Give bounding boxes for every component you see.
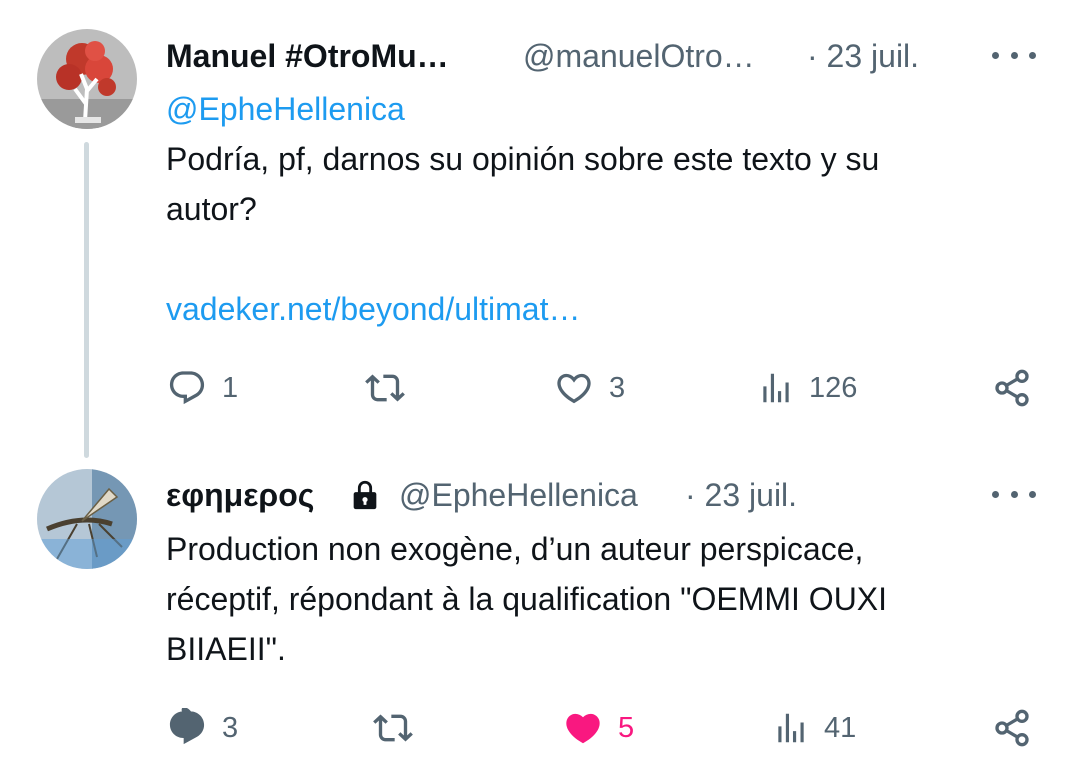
more-options-button[interactable] — [992, 45, 1036, 65]
views-button[interactable]: 126 — [757, 368, 857, 408]
reply-icon — [169, 371, 205, 405]
heart-icon — [557, 373, 591, 404]
like-count: 5 — [618, 711, 635, 744]
share-button[interactable] — [992, 708, 1032, 748]
retweet-icon — [373, 714, 413, 742]
lock-icon — [353, 480, 377, 510]
reply-icon — [169, 708, 205, 745]
author-handle[interactable]: @EpheHellenica — [399, 477, 638, 514]
retweet-button[interactable] — [370, 708, 430, 748]
tweet-text-line: BIIAEII". — [166, 631, 286, 667]
dot-icon — [992, 51, 999, 59]
author-name[interactable]: Manuel #OtroMu… — [166, 38, 449, 75]
reply-button[interactable]: 3 — [166, 708, 238, 748]
author-handle[interactable]: @manuelOtro… — [523, 38, 755, 75]
tweet-text-line: réceptif, répondant à la qualification "… — [166, 581, 888, 617]
mention-link[interactable]: @EpheHellenica — [166, 91, 405, 128]
like-button[interactable]: 5 — [562, 708, 634, 748]
reply-button[interactable]: 1 — [166, 368, 238, 408]
views-count: 126 — [809, 371, 858, 404]
more-options-button[interactable] — [992, 484, 1036, 504]
dot-icon — [1010, 490, 1018, 498]
retweet-icon — [365, 374, 405, 402]
author-name[interactable]: εφημερος — [166, 477, 314, 514]
tweet-text-line: Podría, pf, darnos su opinión sobre este… — [166, 141, 880, 177]
reply-count: 1 — [222, 371, 239, 404]
like-count: 3 — [609, 371, 626, 404]
like-button[interactable]: 3 — [553, 368, 625, 408]
thread-connector-line — [84, 142, 89, 458]
views-chart-icon — [778, 713, 804, 743]
tweet-date[interactable]: · 23 juil. — [807, 38, 919, 75]
bonsai-tree-icon — [37, 29, 137, 129]
share-icon — [995, 709, 1029, 747]
dot-icon — [1029, 490, 1036, 498]
share-button[interactable] — [992, 368, 1032, 408]
avatar-ephehellenica[interactable] — [37, 469, 137, 569]
views-button[interactable]: 41 — [772, 708, 856, 748]
retweet-button[interactable] — [362, 368, 422, 408]
share-icon — [995, 369, 1029, 407]
heart-filled-icon — [566, 713, 600, 744]
dot-icon — [1010, 51, 1018, 59]
tweet-date[interactable]: · 23 juil. — [685, 477, 797, 514]
views-chart-icon — [763, 373, 789, 403]
reply-count: 3 — [222, 711, 239, 744]
dot-icon — [992, 490, 999, 498]
dot-icon — [1029, 51, 1036, 59]
views-count: 41 — [824, 711, 857, 744]
avatar-manuel[interactable] — [37, 29, 137, 129]
tweet-text-line: Production non exogène, d’un auteur pers… — [166, 531, 864, 567]
mayfly-icon — [37, 469, 137, 569]
tweet-text-line: autor? — [166, 191, 257, 227]
external-link[interactable]: vadeker.net/beyond/ultimat… — [166, 291, 580, 328]
